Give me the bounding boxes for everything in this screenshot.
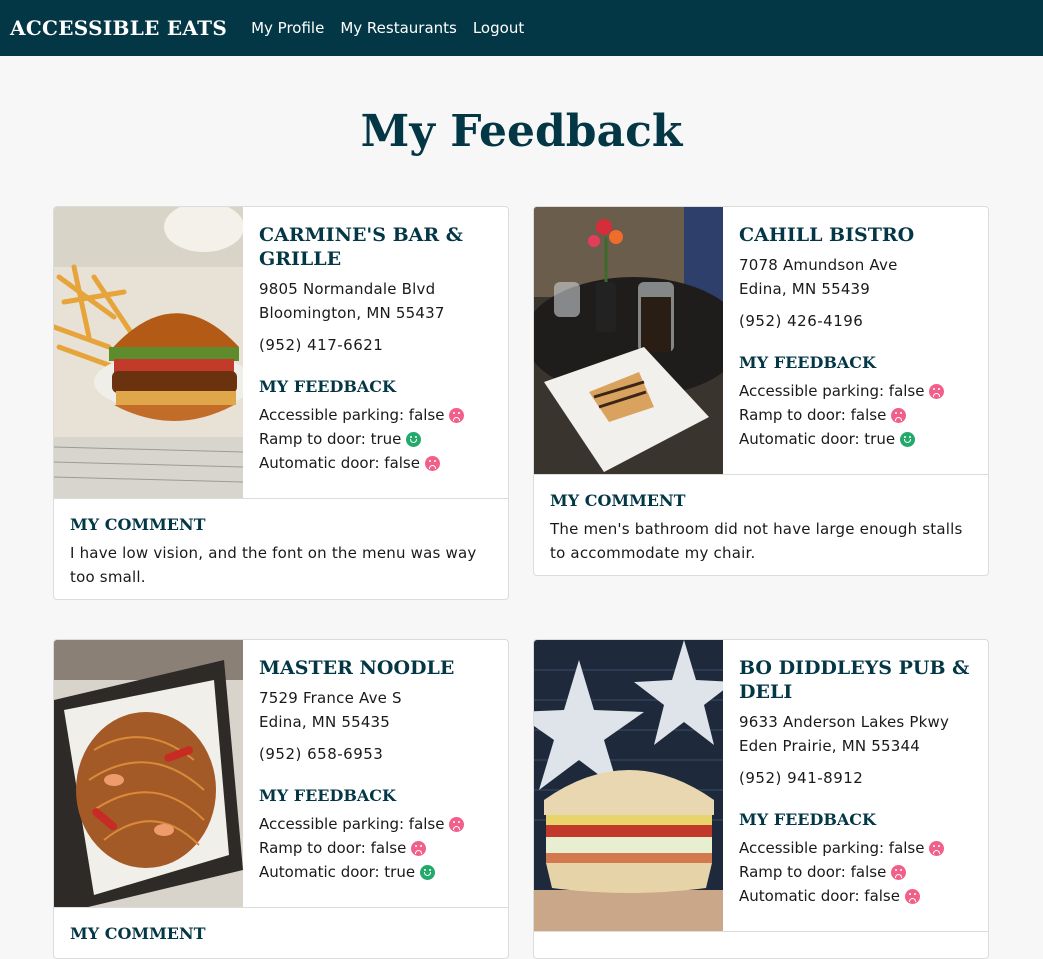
address-line-1: 9805 Normandale Blvd — [259, 280, 436, 298]
nav-my-restaurants[interactable]: My Restaurants — [340, 19, 457, 37]
phone-number: (952) 941-8912 — [739, 769, 864, 787]
restaurant-card: Bo Diddleys Pub & Deli 9633 Anderson Lak… — [533, 639, 989, 959]
comment-heading: MY COMMENT — [70, 924, 206, 943]
feedback-label: Accessible parking: false — [739, 839, 925, 857]
feedback-item: Accessible parking: false — [739, 836, 973, 860]
feedback-label: Automatic door: false — [259, 454, 420, 472]
address-line-2: Edina, MN 55439 — [739, 280, 871, 298]
sandwich-photo — [534, 640, 723, 931]
feedback-label: Automatic door: true — [259, 863, 416, 881]
address-line-2: Eden Prairie, MN 55344 — [739, 737, 920, 755]
feedback-item: Ramp to door: false — [739, 403, 973, 427]
address-line-1: 9633 Anderson Lakes Pkwy — [739, 713, 950, 731]
feedback-label: Accessible parking: false — [259, 406, 445, 424]
comment-section: MY COMMENT — [54, 908, 508, 958]
feedback-label: Accessible parking: false — [259, 815, 445, 833]
sad-face-icon — [904, 888, 920, 904]
address-line-1: 7529 France Ave S — [259, 689, 402, 707]
sad-face-icon — [424, 455, 440, 471]
address-line-1: 7078 Amundson Ave — [739, 256, 898, 274]
feedback-heading: MY FEEDBACK — [739, 810, 876, 829]
comment-text: The men's bathroom did not have large en… — [550, 520, 963, 562]
comment-heading: MY COMMENT — [70, 515, 206, 534]
feedback-label: Ramp to door: true — [259, 430, 402, 448]
happy-face-icon — [420, 864, 436, 880]
feedback-label: Ramp to door: false — [259, 839, 407, 857]
restaurant-card: Carmine's Bar & Grille 9805 Normandale B… — [53, 206, 509, 600]
feedback-label: Accessible parking: false — [739, 382, 925, 400]
dessert-photo — [534, 207, 723, 474]
page-title: My Feedback — [360, 106, 683, 157]
feedback-label: Automatic door: false — [739, 887, 900, 905]
sad-face-icon — [929, 383, 945, 399]
phone-number: (952) 426-4196 — [739, 312, 864, 330]
happy-face-icon — [406, 431, 422, 447]
feedback-item: Accessible parking: false — [739, 379, 973, 403]
phone-number: (952) 658-6953 — [259, 745, 384, 763]
noodles-photo — [54, 640, 243, 907]
feedback-item: Automatic door: false — [259, 451, 493, 475]
feedback-label: Ramp to door: false — [739, 406, 887, 424]
feedback-item: Accessible parking: false — [259, 403, 493, 427]
nav-my-profile[interactable]: My Profile — [251, 19, 324, 37]
feedback-label: Ramp to door: false — [739, 863, 887, 881]
burger-photo — [54, 207, 243, 498]
address-line-2: Edina, MN 55435 — [259, 713, 391, 731]
sad-face-icon — [929, 840, 945, 856]
address-line-2: Bloomington, MN 55437 — [259, 304, 445, 322]
restaurant-card: Cahill Bistro 7078 Amundson Ave Edina, M… — [533, 206, 989, 576]
feedback-item: Automatic door: true — [259, 860, 493, 884]
comment-section: MY COMMENT I have low vision, and the fo… — [54, 499, 508, 599]
sad-face-icon — [449, 816, 465, 832]
top-navbar: ACCESSIBLE EATS My Profile My Restaurant… — [0, 0, 1043, 56]
feedback-item: Ramp to door: false — [739, 860, 973, 884]
restaurant-name[interactable]: Carmine's Bar & Grille — [259, 223, 493, 271]
comment-text: I have low vision, and the font on the m… — [70, 544, 477, 586]
brand-logo[interactable]: ACCESSIBLE EATS — [10, 16, 227, 40]
sad-face-icon — [891, 864, 907, 880]
feedback-heading: MY FEEDBACK — [259, 377, 396, 396]
feedback-label: Automatic door: true — [739, 430, 896, 448]
phone-number: (952) 417-6621 — [259, 336, 384, 354]
restaurant-name[interactable]: Master Noodle — [259, 656, 493, 680]
restaurant-name[interactable]: Cahill Bistro — [739, 223, 973, 247]
sad-face-icon — [449, 407, 465, 423]
restaurant-card: Master Noodle 7529 France Ave S Edina, M… — [53, 639, 509, 959]
restaurant-name[interactable]: Bo Diddleys Pub & Deli — [739, 656, 973, 704]
sad-face-icon — [891, 407, 907, 423]
comment-section: MY COMMENT The men's bathroom did not ha… — [534, 475, 988, 575]
feedback-item: Ramp to door: false — [259, 836, 493, 860]
sad-face-icon — [411, 840, 427, 856]
happy-face-icon — [900, 431, 916, 447]
feedback-item: Accessible parking: false — [259, 812, 493, 836]
feedback-item: Automatic door: false — [739, 884, 973, 908]
comment-heading: MY COMMENT — [550, 491, 686, 510]
feedback-heading: MY FEEDBACK — [259, 786, 396, 805]
feedback-heading: MY FEEDBACK — [739, 353, 876, 372]
feedback-item: Ramp to door: true — [259, 427, 493, 451]
nav-logout[interactable]: Logout — [473, 19, 524, 37]
feedback-item: Automatic door: true — [739, 427, 973, 451]
